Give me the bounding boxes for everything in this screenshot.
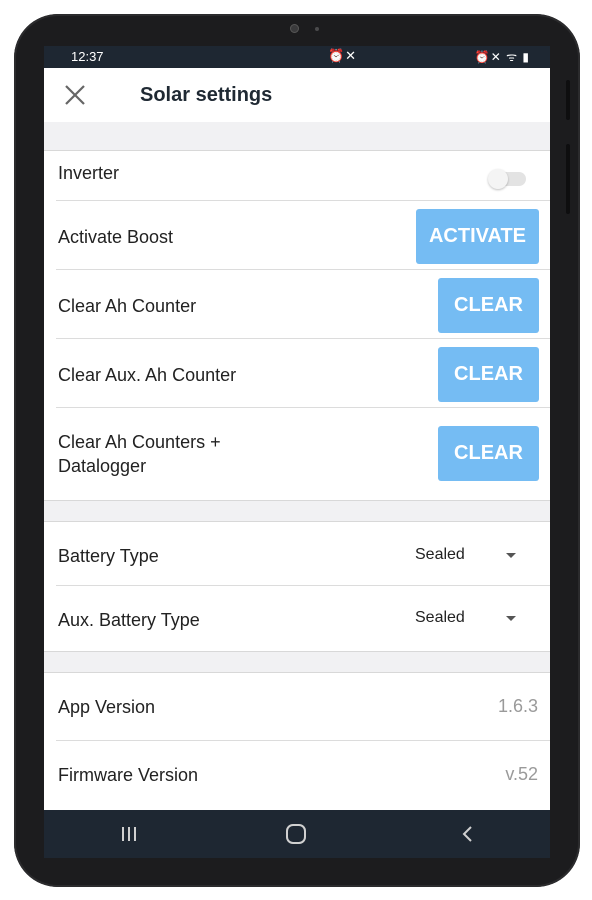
battery-type-row[interactable]: Battery Type Sealed [44,522,550,586]
chevron-down-icon[interactable] [506,616,516,621]
page-title: Solar settings [140,84,273,106]
status-time: 12:37 [71,49,104,64]
section-gap [44,500,550,522]
settings-list: Inverter Activate Boost ACTIVATE Clear A… [44,122,550,809]
clear-all-button[interactable]: CLEAR [438,426,539,481]
activate-boost-label: Activate Boost [58,227,174,247]
inverter-label: Inverter [58,163,120,183]
screen: 12:37 ⏰✕ ⏰✕ ᯤ ▮ Solar settings Inverter … [44,46,550,858]
section-gap [44,651,550,673]
toggle-knob [488,169,508,189]
navigation-bar [44,810,550,858]
aux-battery-type-select[interactable]: Sealed [415,609,465,627]
battery-type-label: Battery Type [58,546,159,566]
clear-ah-button[interactable]: CLEAR [438,278,539,333]
section-gap [44,122,550,151]
firmware-version-label: Firmware Version [58,765,199,785]
app-version-row: App Version 1.6.3 [44,673,550,741]
clear-ah-label: Clear Ah Counter [58,296,197,316]
clear-aux-ah-button[interactable]: CLEAR [438,347,539,402]
recents-icon [122,827,136,841]
recents-button[interactable] [99,810,159,858]
aux-battery-type-row[interactable]: Aux. Battery Type Sealed [44,586,550,651]
close-icon [65,85,85,105]
light-sensor [315,27,319,31]
label-line-2: Datalogger [58,456,147,476]
status-bar: 12:37 ⏰✕ ⏰✕ ᯤ ▮ [44,46,550,68]
firmware-version-value: v.52 [505,764,538,784]
home-button[interactable] [266,810,326,858]
inverter-row: Inverter [44,151,550,201]
home-icon [286,824,306,844]
volume-button [566,80,570,120]
back-button[interactable] [438,810,498,858]
label-line-1: Clear Ah Counters + [58,432,221,452]
inverter-toggle[interactable] [488,169,526,189]
clear-aux-ah-row: Clear Aux. Ah Counter CLEAR [44,339,550,408]
clear-counters-datalogger-row: Clear Ah Counters + Datalogger CLEAR [44,408,550,500]
firmware-version-row: Firmware Version v.52 [44,741,550,809]
app-version-value: 1.6.3 [497,696,538,716]
system-status-icons: ⏰✕ ᯤ ▮ [474,50,530,64]
front-camera [290,24,299,33]
app-version-label: App Version [58,697,156,717]
power-button [566,144,570,214]
aux-battery-type-label: Aux. Battery Type [58,610,200,630]
activate-boost-row: Activate Boost ACTIVATE [44,201,550,270]
back-icon [462,826,472,842]
activate-button[interactable]: ACTIVATE [416,209,539,264]
clear-ah-row: Clear Ah Counter CLEAR [44,270,550,339]
clear-aux-ah-label: Clear Aux. Ah Counter [58,365,237,385]
clear-counters-datalogger-label: Clear Ah Counters + Datalogger [58,430,221,478]
close-button[interactable] [60,80,90,110]
chevron-down-icon[interactable] [506,553,516,558]
alarm-mute-icons: ⏰✕ [328,48,358,63]
battery-type-select[interactable]: Sealed [415,546,465,564]
app-bar: Solar settings [44,68,550,122]
